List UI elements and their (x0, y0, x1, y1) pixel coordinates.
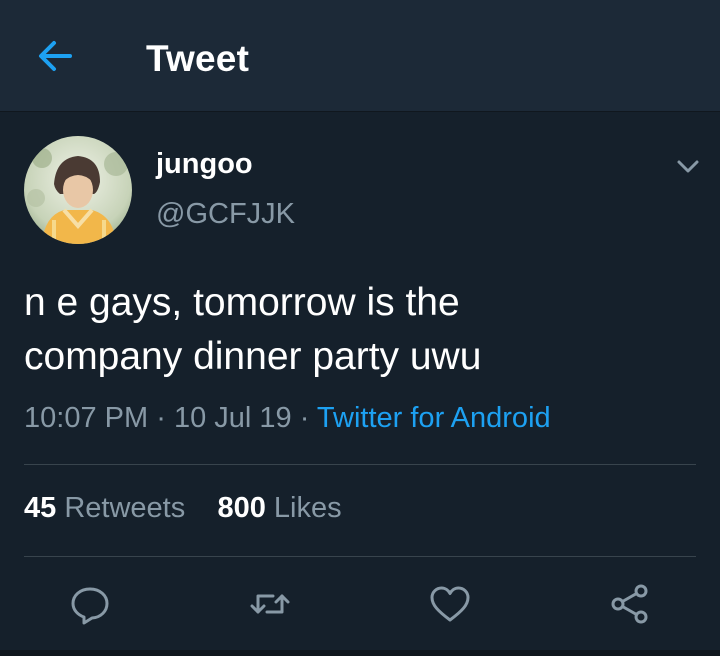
reply-icon (71, 587, 109, 625)
like-button[interactable] (428, 582, 472, 626)
meta-separator: · (156, 402, 166, 434)
page-title: Tweet (146, 38, 250, 79)
tweet-source-link[interactable]: Twitter for Android (317, 402, 551, 434)
retweet-button[interactable] (248, 582, 292, 626)
meta-separator: · (299, 402, 310, 434)
tweet-text: n e gays, tomorrow is the company dinner… (24, 276, 684, 384)
retweets-stat[interactable]: 45 Retweets (24, 492, 185, 524)
tweet-date: 10 Jul 19 (173, 402, 292, 434)
reply-button[interactable] (68, 582, 112, 626)
display-name[interactable]: jungoo (156, 148, 253, 181)
likes-count: 800 (217, 492, 266, 524)
profile-photo (24, 136, 132, 244)
tweet-text-line: company dinner party uwu (24, 335, 482, 378)
tweet-meta: 10:07 PM · 10 Jul 19 · Twitter for Andro… (24, 402, 551, 435)
tweet-stats: 45 Retweets 800 Likes (24, 492, 342, 525)
likes-label: Likes (273, 492, 342, 524)
user-handle[interactable]: @GCFJJK (156, 198, 295, 231)
back-button[interactable] (34, 36, 78, 76)
likes-stat[interactable]: 800 Likes (217, 492, 341, 524)
share-button[interactable] (608, 582, 652, 626)
retweets-count: 45 (24, 492, 57, 524)
chevron-down-icon (677, 160, 699, 173)
bottom-edge (0, 650, 720, 656)
like-icon (430, 586, 470, 622)
app-header: Tweet (0, 0, 720, 112)
tweet-text-line: n e gays, tomorrow is the (24, 281, 460, 324)
tweet-time: 10:07 PM (24, 402, 149, 434)
retweet-icon (250, 594, 290, 614)
arrow-left-icon (39, 41, 72, 71)
divider (24, 556, 696, 557)
avatar[interactable] (24, 136, 132, 244)
share-icon (611, 584, 648, 624)
tweet-options-button[interactable] (672, 150, 704, 182)
divider (24, 464, 696, 465)
retweets-label: Retweets (64, 492, 186, 524)
